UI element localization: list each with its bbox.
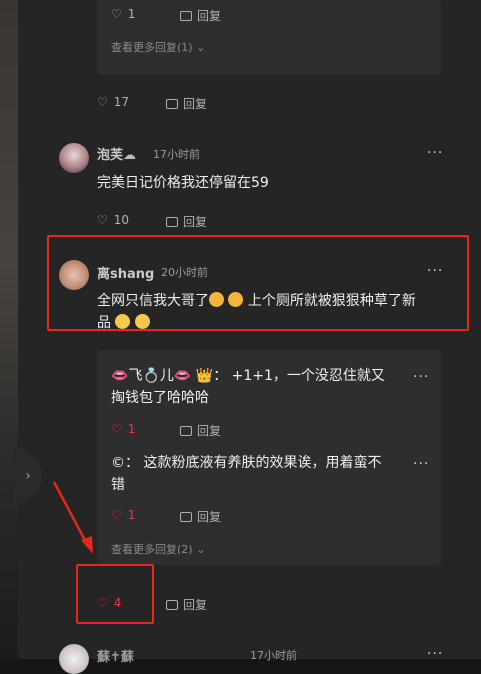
reply-icon <box>180 10 192 21</box>
reply-button[interactable]: 回复 <box>180 7 221 24</box>
reply-author[interactable]: © <box>111 455 125 471</box>
crown-icon: 👑 <box>195 368 214 384</box>
more-options-icon[interactable]: ··· <box>413 369 429 385</box>
view-more-replies[interactable]: 查看更多回复(1) ⌄ <box>111 39 205 55</box>
reply-button[interactable]: 回复 <box>166 213 207 230</box>
heart-icon: ♡ <box>97 213 108 227</box>
more-options-icon[interactable]: ··· <box>427 145 443 161</box>
cloud-icon: ☁ <box>123 148 137 163</box>
like-button[interactable]: ♡ 1 <box>111 508 135 522</box>
lips-icon: 👄 <box>111 368 129 384</box>
chevron-down-icon: ⌄ <box>196 543 206 556</box>
like-count: 17 <box>113 95 130 109</box>
avatar[interactable] <box>59 644 89 674</box>
reply-button[interactable]: 回复 <box>180 508 221 525</box>
arrow-shaft <box>52 481 89 545</box>
reply-icon <box>166 98 178 109</box>
like-button[interactable]: ♡ 1 <box>111 422 135 436</box>
reply-label: 回复 <box>197 424 222 438</box>
view-more-replies-label: 查看更多回复(1) <box>111 41 193 54</box>
background-strip <box>0 0 18 659</box>
reply-icon <box>180 425 192 436</box>
reply-author[interactable]: 儿 <box>160 368 174 384</box>
comment-text: 完美日记价格我还停留在59 <box>97 175 269 191</box>
reply-box-top <box>97 0 441 75</box>
arrow-annotation <box>52 481 93 554</box>
highlight-box <box>76 564 154 624</box>
username[interactable]: 泡芙☁ <box>97 144 136 163</box>
heart-icon: ♡ <box>111 422 122 436</box>
heart-icon: ♡ <box>97 95 108 109</box>
like-count: 1 <box>127 422 136 436</box>
reply-button[interactable]: 回复 <box>180 422 221 439</box>
username[interactable]: 蘇✝蘇 <box>97 646 134 665</box>
reply-label: 回复 <box>183 97 208 111</box>
reply-author[interactable]: 飞 <box>128 368 142 384</box>
like-button[interactable]: ♡ 10 <box>97 213 129 227</box>
like-count: 10 <box>113 213 130 227</box>
heart-icon: ♡ <box>111 508 122 522</box>
like-count: 1 <box>127 508 136 522</box>
like-button[interactable]: ♡ 17 <box>97 95 129 109</box>
reply-button[interactable]: 回复 <box>166 596 207 613</box>
avatar[interactable] <box>59 143 89 173</box>
reply-text: ©： 这款粉底液有养肤的效果诶，用着蛮不 错 <box>111 455 382 493</box>
more-options-icon[interactable]: ··· <box>413 456 429 472</box>
reply-icon <box>166 599 178 610</box>
reply-label: 回复 <box>183 215 208 229</box>
timestamp: 17小时前 <box>153 148 200 161</box>
reply-label: 回复 <box>197 9 222 23</box>
reply-label: 回复 <box>183 598 208 612</box>
ring-icon: 💍 <box>142 368 160 384</box>
timestamp: 17小时前 <box>250 649 297 662</box>
view-more-replies[interactable]: 查看更多回复(2) ⌄ <box>111 541 205 557</box>
lips-icon: 👄 <box>173 368 192 384</box>
reply-text: 👄飞💍儿👄 👑： +1+1，一个没忍住就又 掏钱包了哈哈哈 <box>111 368 385 406</box>
like-count: 1 <box>127 7 136 21</box>
reply-icon <box>180 511 192 522</box>
reply-label: 回复 <box>197 510 222 524</box>
like-button[interactable]: ♡ 1 <box>111 7 135 21</box>
reply-button[interactable]: 回复 <box>166 95 207 112</box>
chevron-down-icon: ⌄ <box>196 41 206 54</box>
reply-icon <box>166 216 178 227</box>
more-options-icon[interactable]: ··· <box>427 646 443 662</box>
view-more-replies-label: 查看更多回复(2) <box>111 543 193 556</box>
chevron-right-icon: › <box>25 468 31 484</box>
heart-icon: ♡ <box>111 7 122 21</box>
highlight-box <box>47 235 469 331</box>
